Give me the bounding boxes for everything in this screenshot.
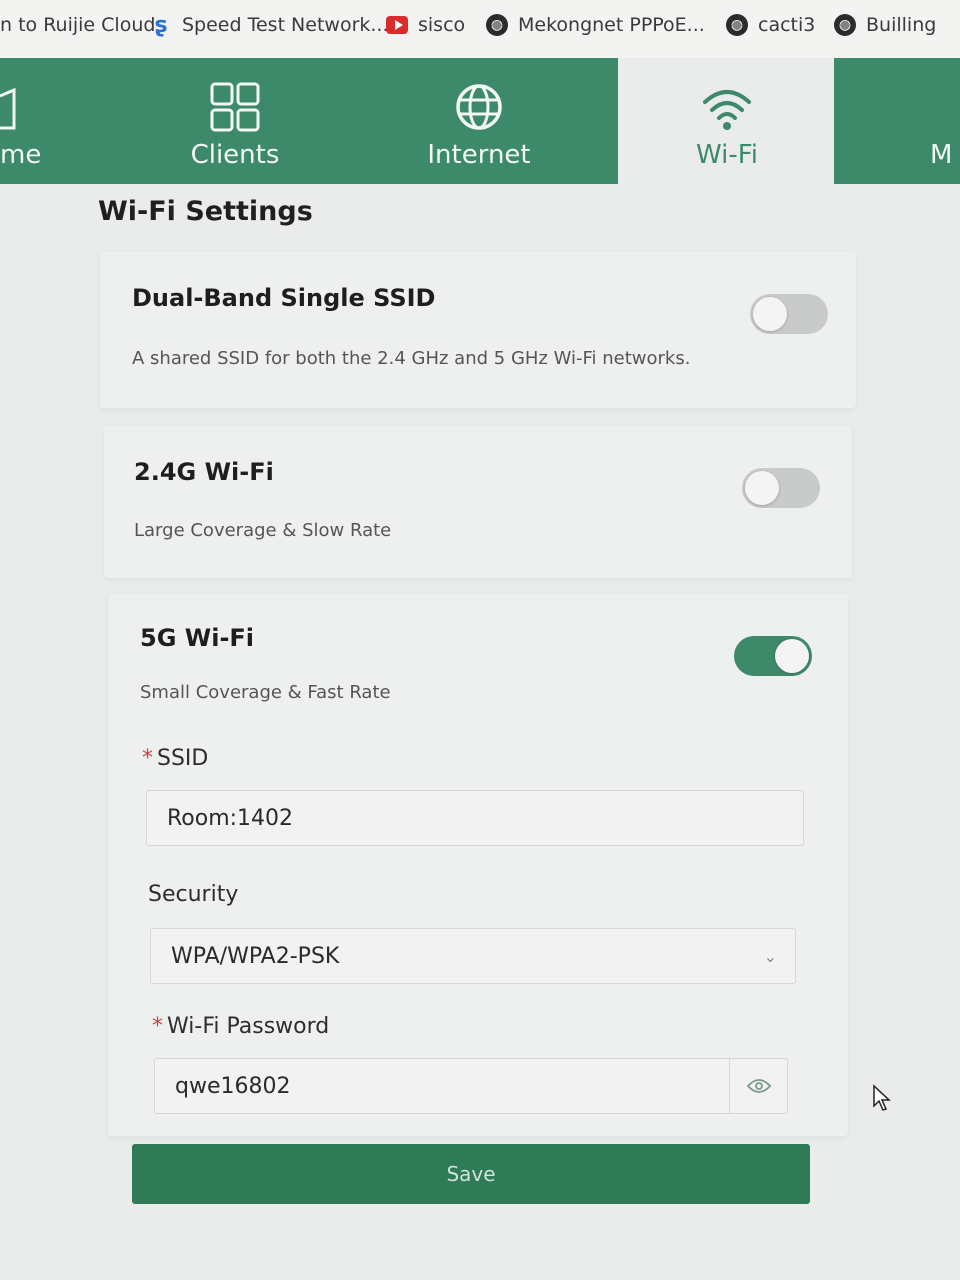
bookmarks-bar: n to Ruijie Cloud ʂ Speed Test Network..… [0,0,960,58]
grid-icon [210,82,260,132]
wifi-5g-title: 5G Wi-Fi [140,624,255,652]
bookmark-builling[interactable]: ◍ Builling [834,14,936,36]
security-label: Security [148,882,239,907]
globe-icon: ◍ [834,14,856,36]
bookmark-label: Speed Test Network... [182,14,389,36]
password-input[interactable]: qwe16802 [154,1058,788,1114]
nav-home[interactable]: me [0,58,60,184]
bookmark-label: Builling [866,14,937,36]
nav-internet[interactable]: Internet [394,58,564,184]
save-button[interactable]: Save [132,1144,810,1204]
globe-icon: ◍ [486,14,508,36]
home-icon [0,88,16,130]
show-password-button[interactable] [729,1059,787,1113]
bookmark-label: cacti3 [758,14,816,36]
mouse-cursor-icon [873,1084,891,1111]
wifi-icon [703,90,751,130]
nav-home-label: me [0,140,42,170]
toggle-knob [753,297,787,331]
ssid-label-text: SSID [157,746,209,771]
nav-wifi-label: Wi-Fi [695,140,759,170]
ssid-value: Room:1402 [167,805,294,831]
wifi-24g-desc: Large Coverage & Slow Rate [134,520,392,541]
password-label-text: Wi-Fi Password [167,1014,330,1039]
security-select[interactable]: WPA/WPA2-PSK ⌄ [150,928,796,984]
ssid-input[interactable]: Room:1402 [146,790,804,846]
bookmark-mekongnet[interactable]: ◍ Mekongnet PPPoE... [486,14,705,36]
wifi-24g-card: 2.4G Wi-Fi Large Coverage & Slow Rate [104,426,852,578]
dual-band-card: Dual-Band Single SSID A shared SSID for … [100,252,856,408]
bookmark-label: sisco [418,14,466,36]
youtube-icon [386,14,408,36]
wifi-5g-desc: Small Coverage & Fast Rate [140,682,391,703]
nav-clients[interactable]: Clients [150,58,320,184]
wifi-24g-title: 2.4G Wi-Fi [134,458,274,486]
password-label: * Wi-Fi Password [152,1014,329,1039]
toggle-knob [745,471,779,505]
main-nav: me Clients Internet Wi-Fi M [0,58,960,188]
nav-clients-label: Clients [190,140,280,170]
dual-band-desc: A shared SSID for both the 2.4 GHz and 5… [132,348,691,369]
chevron-down-icon: ⌄ [763,947,777,966]
toggle-knob [775,639,809,673]
wifi-24g-toggle[interactable] [742,468,820,508]
nav-more[interactable]: M [930,58,960,184]
nav-wifi[interactable]: Wi-Fi [642,58,812,184]
security-value: WPA/WPA2-PSK [171,943,340,969]
dual-band-title: Dual-Band Single SSID [132,284,436,312]
page-title: Wi-Fi Settings [98,196,313,227]
wifi-5g-toggle[interactable] [734,636,812,676]
speedtest-icon: ʂ [154,12,168,38]
bookmark-label: n to Ruijie Cloud [0,14,156,36]
dual-band-toggle[interactable] [750,294,828,334]
bookmark-label: Mekongnet PPPoE... [518,14,705,36]
wifi-5g-card: 5G Wi-Fi Small Coverage & Fast Rate * SSI… [108,594,848,1136]
globe-icon [456,84,502,130]
nav-internet-label: Internet [427,140,531,170]
bookmark-speed-test[interactable]: ʂ Speed Test Network... [150,12,389,38]
globe-icon: ◍ [726,14,748,36]
password-value: qwe16802 [175,1073,291,1099]
bookmark-cacti3[interactable]: ◍ cacti3 [726,14,815,36]
bookmark-sisco[interactable]: sisco [386,14,465,36]
bookmark-ruijie-cloud[interactable]: n to Ruijie Cloud [0,14,155,36]
required-mark: * [142,746,153,771]
ssid-label: * SSID [142,746,208,771]
nav-more-label: M [930,140,953,170]
eye-icon [746,1079,771,1093]
required-mark: * [152,1014,163,1039]
